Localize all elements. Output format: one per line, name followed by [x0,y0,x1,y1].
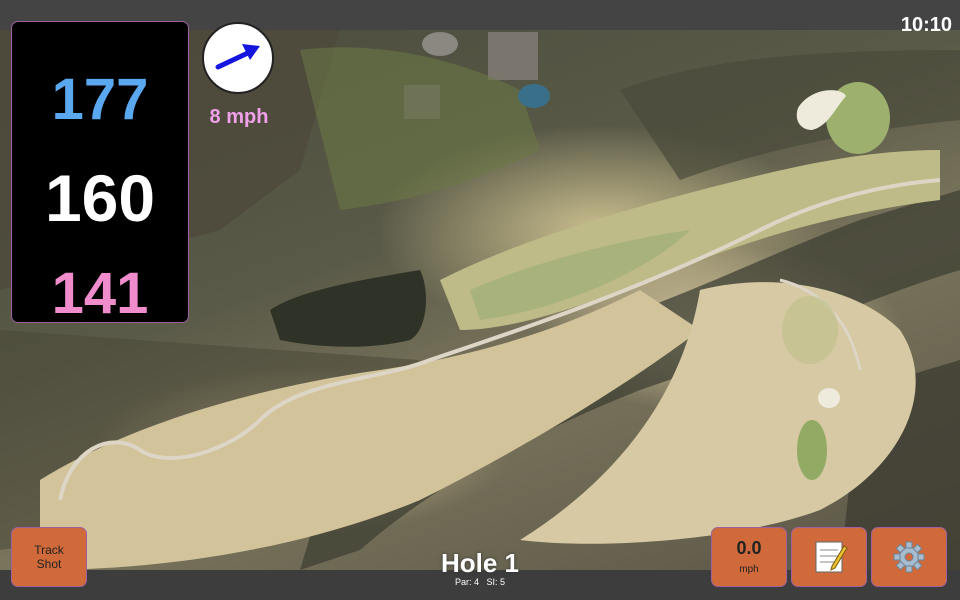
middle-distance: 160 [44,161,156,235]
pool [518,84,550,108]
gear-icon [893,541,925,573]
settings-button[interactable] [872,528,946,586]
hole-stroke-index: SI: 5 [486,577,506,587]
wind-indicator [202,22,274,94]
hole-par: Par: 4 [454,577,479,587]
wind-arrow-icon [215,44,260,70]
driveway-circle [422,32,458,56]
front-distance: 141 [51,261,149,326]
house-roof [488,32,538,80]
bunker-south [818,388,840,408]
track-shot-button[interactable]: Track Shot [12,528,86,586]
speed-value: 0.0 [736,538,762,558]
wind-speed: 8 mph [209,106,269,128]
green-south [797,420,827,480]
speed-unit: mph [739,564,759,575]
speed-button[interactable]: 0.0 mph [712,528,786,586]
hole-info: Par: 4 SI: 5 [420,577,540,587]
hole-title: Hole 1 [440,548,520,578]
notepad-icon [815,541,848,573]
track-shot-label: Track Shot [34,543,64,571]
back-distance: 177 [51,67,149,132]
distance-panel: 177 160 141 [12,22,188,326]
pond [270,270,426,347]
tee-box [782,296,838,364]
clock: 10:10 [900,14,952,36]
notes-button[interactable] [792,528,866,586]
